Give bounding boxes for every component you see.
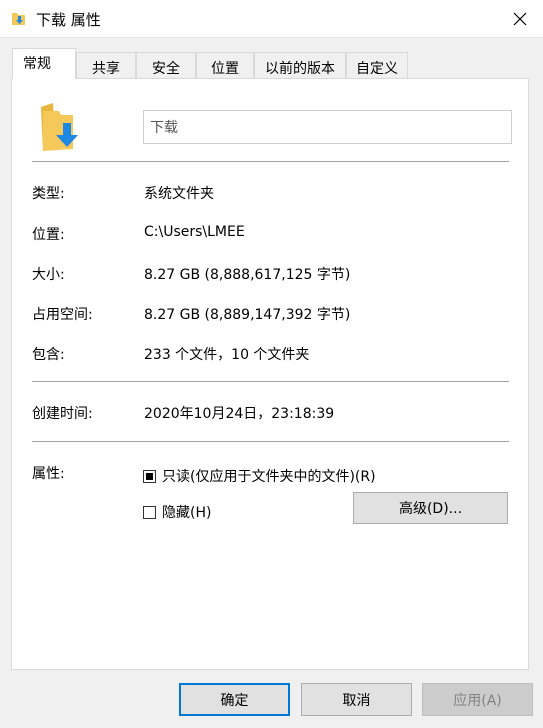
hidden-checkbox-row[interactable]: 隐藏(H) [143,502,211,522]
tab-sharing[interactable]: 共享 [76,52,136,78]
folder-name-input[interactable] [143,110,512,144]
close-button[interactable] [497,0,543,37]
tab-customize[interactable]: 自定义 [346,52,408,78]
attributes-label: 属性: [32,466,65,482]
tab-previous-versions[interactable]: 以前的版本 [254,52,346,78]
cancel-button[interactable]: 取消 [301,683,412,716]
type-label: 类型: [32,186,65,202]
readonly-checkbox-row[interactable]: 只读(仅应用于文件夹中的文件)(R) [143,466,376,486]
general-panel: 类型: 系统文件夹 位置: C:\Users\LMEE 大小: 8.27 GB … [11,78,529,670]
window-title: 下载 属性 [36,11,101,29]
disk-size-label: 占用空间: [32,307,93,323]
apply-button[interactable]: 应用(A) [422,683,533,716]
tab-security[interactable]: 安全 [136,52,196,78]
downloads-folder-icon [41,103,78,151]
title-bar: 下载 属性 [0,0,543,38]
ok-button[interactable]: 确定 [179,683,290,716]
advanced-button[interactable]: 高级(D)... [353,492,508,524]
divider [32,161,509,162]
size-value: 8.27 GB (8,888,617,125 字节) [144,267,351,283]
disk-size-value: 8.27 GB (8,889,147,392 字节) [144,307,351,323]
hidden-checkbox[interactable] [143,505,156,519]
close-icon [513,12,527,25]
readonly-checkbox[interactable] [143,469,156,483]
contains-label: 包含: [32,347,65,363]
location-value: C:\Users\LMEE [144,224,245,240]
type-value: 系统文件夹 [144,186,214,202]
divider [32,381,509,382]
location-label: 位置: [32,227,65,243]
tab-general[interactable]: 常规 [12,48,76,79]
contains-value: 233 个文件，10 个文件夹 [144,347,310,363]
tab-location[interactable]: 位置 [196,52,254,78]
divider [32,441,509,442]
readonly-label: 只读(仅应用于文件夹中的文件)(R) [162,469,376,485]
size-label: 大小: [32,267,65,283]
created-label: 创建时间: [32,406,93,422]
downloads-folder-icon [12,13,25,25]
created-value: 2020年10月24日，23:18:39 [144,406,335,422]
hidden-label: 隐藏(H) [162,505,212,521]
